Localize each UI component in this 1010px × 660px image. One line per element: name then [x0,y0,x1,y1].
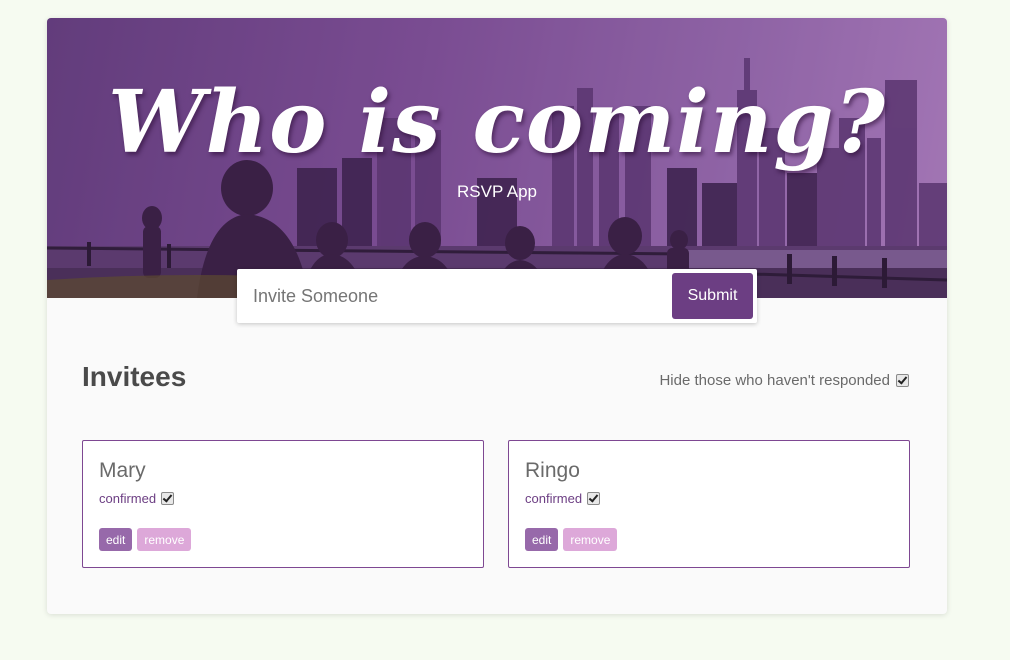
edit-button[interactable]: edit [99,528,133,551]
remove-button[interactable]: remove [563,528,618,551]
edit-button[interactable]: edit [525,528,559,551]
submit-button[interactable]: Submit [672,273,753,319]
hide-unresponded-filter[interactable]: Hide those who haven't responded [659,372,909,389]
invitee-name: Ringo [525,459,580,482]
rsvp-app: Who is coming? RSVP App Submit Invitees … [47,18,947,614]
invitee-actions: edit remove [99,528,192,551]
confirmed-toggle[interactable]: confirmed [99,491,175,506]
page-title: Who is coming? [108,72,886,173]
invitee-actions: edit remove [525,528,618,551]
invitee-card: Ringo confirmed edit remove [508,440,910,568]
hide-unresponded-checkbox[interactable] [896,374,909,387]
confirmed-toggle[interactable]: confirmed [525,491,601,506]
confirmed-label: confirmed [99,491,157,506]
invite-input[interactable] [241,273,685,319]
confirmed-label: confirmed [525,491,583,506]
invite-form: Submit [237,269,757,323]
confirmed-checkbox[interactable] [587,492,601,505]
invitees-heading: Invitees [82,361,187,392]
remove-button[interactable]: remove [137,528,192,551]
hide-unresponded-label: Hide those who haven't responded [659,372,890,389]
confirmed-checkbox[interactable] [161,492,175,505]
invitee-card: Mary confirmed edit remove [82,440,484,568]
hero-banner: Who is coming? RSVP App [47,18,947,298]
invitee-name: Mary [99,459,146,482]
app-subtitle: RSVP App [456,182,538,201]
